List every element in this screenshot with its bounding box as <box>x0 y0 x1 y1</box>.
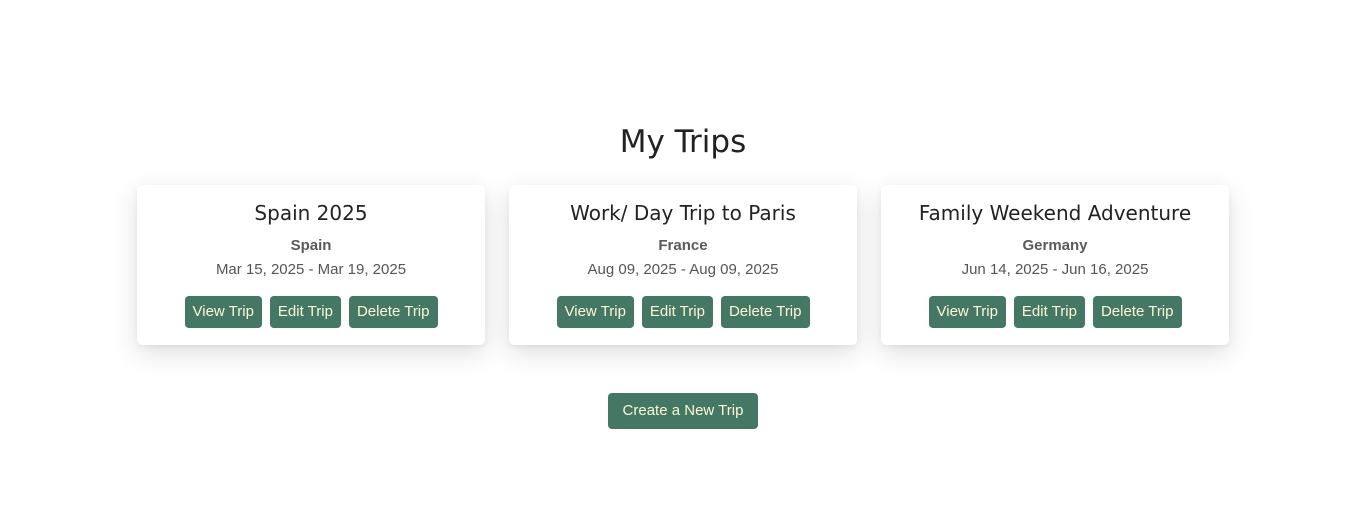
create-trip-button[interactable]: Create a New Trip <box>608 393 758 429</box>
trip-title: Family Weekend Adventure <box>918 201 1192 225</box>
trip-country: France <box>658 237 708 254</box>
trip-title: Spain 2025 <box>254 201 368 225</box>
trip-dates: Jun 14, 2025 - Jun 16, 2025 <box>961 261 1149 278</box>
page-title: My Trips <box>619 124 747 160</box>
trip-title: Work/ Day Trip to Paris <box>570 201 796 225</box>
trip-actions: View Trip Edit Trip Delete Trip <box>509 296 857 328</box>
view-trip-button[interactable]: View Trip <box>928 296 1006 328</box>
view-trip-button[interactable]: View Trip <box>184 296 262 328</box>
trips-page: My Trips Spain 2025 Spain Mar 15, 2025 -… <box>0 0 1366 511</box>
trip-dates: Mar 15, 2025 - Mar 19, 2025 <box>215 261 407 278</box>
trip-country: Spain <box>290 237 332 254</box>
trip-actions: View Trip Edit Trip Delete Trip <box>137 296 485 328</box>
edit-trip-button[interactable]: Edit Trip <box>269 296 341 328</box>
delete-trip-button[interactable]: Delete Trip <box>720 296 810 328</box>
trip-actions: View Trip Edit Trip Delete Trip <box>881 296 1229 328</box>
trip-card: Spain 2025 Spain Mar 15, 2025 - Mar 19, … <box>137 185 485 345</box>
delete-trip-button[interactable]: Delete Trip <box>1092 296 1182 328</box>
trip-card: Work/ Day Trip to Paris France Aug 09, 2… <box>509 185 857 345</box>
trip-dates: Aug 09, 2025 - Aug 09, 2025 <box>587 261 779 278</box>
delete-trip-button[interactable]: Delete Trip <box>348 296 438 328</box>
edit-trip-button[interactable]: Edit Trip <box>641 296 713 328</box>
view-trip-button[interactable]: View Trip <box>556 296 634 328</box>
edit-trip-button[interactable]: Edit Trip <box>1013 296 1085 328</box>
trip-card-list: Spain 2025 Spain Mar 15, 2025 - Mar 19, … <box>137 185 1229 345</box>
trip-country: Germany <box>1022 237 1088 254</box>
trip-card: Family Weekend Adventure Germany Jun 14,… <box>881 185 1229 345</box>
